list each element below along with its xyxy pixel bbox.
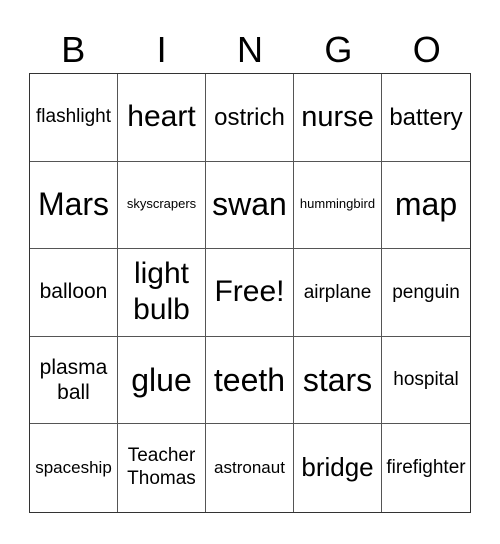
header-letter-o: O (412, 29, 441, 70)
bingo-cell: Teacher Thomas (118, 424, 206, 512)
bingo-cell: astronaut (206, 424, 294, 512)
bingo-grid: flashlight heart ostrich nurse battery M… (29, 73, 471, 513)
bingo-cell: airplane (294, 249, 382, 337)
bingo-cell: hospital (382, 337, 470, 425)
header-letter-g: G (324, 29, 353, 70)
bingo-cell: plasma ball (30, 336, 118, 425)
header-letter-i: I (156, 29, 167, 70)
bingo-header: B I N G O (29, 28, 471, 72)
bingo-cell: penguin (382, 249, 470, 337)
bingo-cell: teeth (206, 336, 294, 425)
bingo-cell: skyscrapers (118, 161, 206, 250)
bingo-cell: hummingbird (294, 161, 382, 250)
bingo-cell: heart (118, 74, 206, 162)
bingo-cell: stars (294, 336, 382, 425)
bingo-cell: glue (118, 336, 206, 425)
bingo-cell: battery (382, 74, 470, 162)
bingo-cell: Mars (30, 161, 118, 250)
header-letter-n: N (236, 29, 263, 70)
bingo-cell: ostrich (206, 74, 294, 162)
bingo-cell: firefighter (386, 457, 466, 479)
bingo-cell: nurse (294, 74, 382, 162)
header-letter-b: B (61, 29, 86, 70)
bingo-cell: swan (206, 161, 294, 250)
bingo-cell: light bulb (118, 249, 206, 337)
bingo-cell: flashlight (30, 74, 118, 162)
bingo-cell: balloon (30, 249, 118, 337)
bingo-cell: bridge (294, 424, 382, 512)
free-space-cell: Free! (206, 249, 294, 337)
bingo-cell: map (382, 162, 470, 250)
bingo-cell: spaceship (30, 424, 118, 512)
